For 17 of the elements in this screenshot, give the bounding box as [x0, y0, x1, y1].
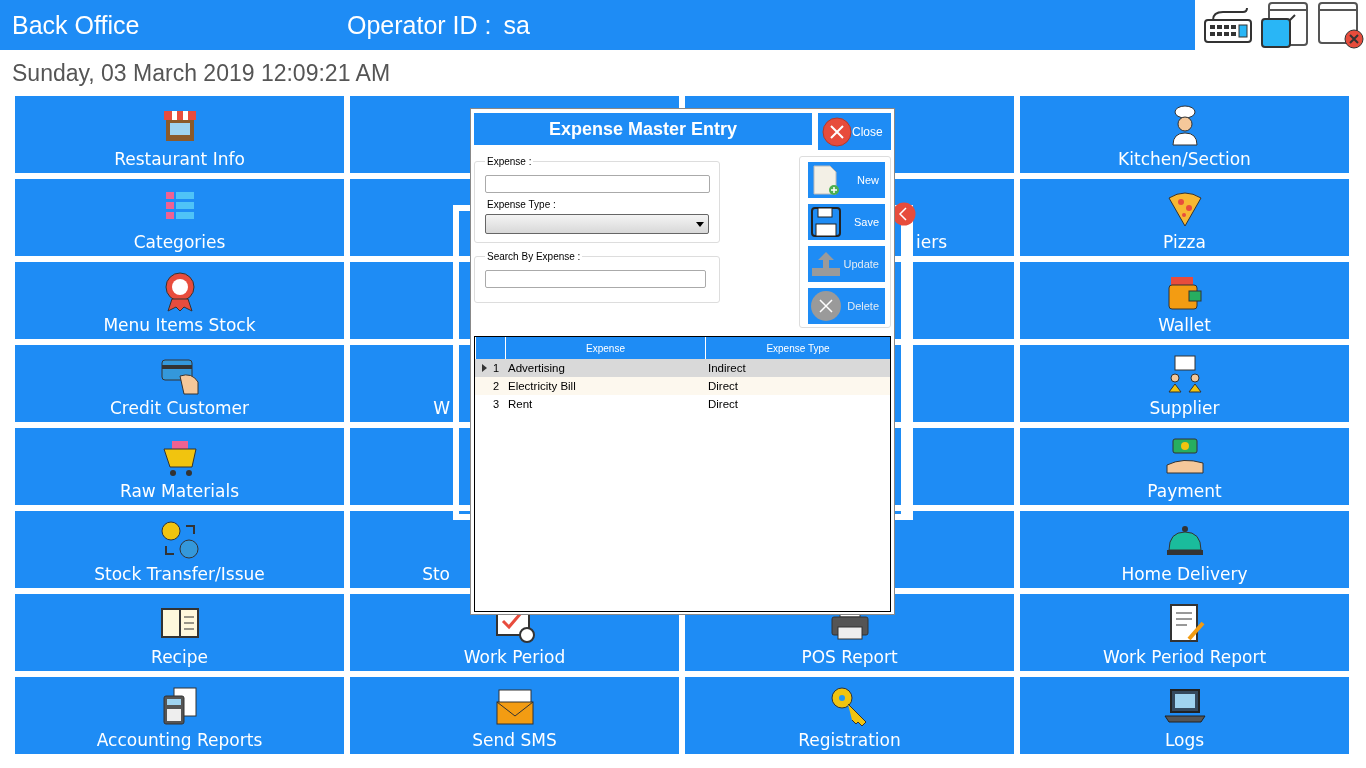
field-label: Expense : [486, 156, 533, 167]
operator-id: sa [503, 10, 530, 40]
operator-label: Operator ID : [347, 10, 492, 40]
field-label: Search By Expense : [486, 251, 582, 262]
date-time: Sunday, 03 March 2019 12:09:21 AM [12, 59, 391, 87]
table-cell-text: Rent [507, 398, 534, 410]
row-number: 1 [492, 362, 499, 374]
table-cell-text: Indirect [707, 362, 747, 374]
row-number: 3 [492, 398, 499, 410]
table-cell-text: Direct [707, 380, 740, 392]
table-cell-text: Advertising [507, 362, 566, 374]
row-number: 2 [492, 380, 499, 392]
table-cell-text: Direct [707, 398, 740, 410]
field-label: Expense Type : [487, 199, 556, 210]
app-title: Back Office [11, 10, 141, 40]
dialog-title: Expense Master Entry [474, 113, 812, 145]
table-cell-text: Electricity Bill [507, 380, 577, 392]
